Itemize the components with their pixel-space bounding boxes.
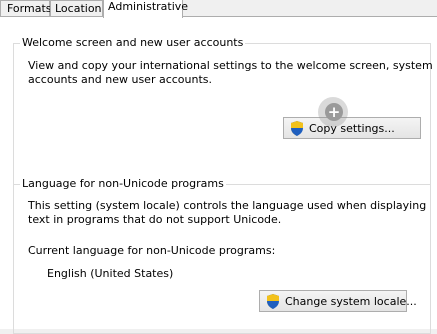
uac-shield-icon bbox=[290, 120, 304, 136]
administrative-page: Welcome screen and new user accounts Vie… bbox=[0, 16, 437, 334]
welcome-description-line1: View and copy your international setting… bbox=[28, 59, 433, 72]
current-language-label: Current language for non-Unicode program… bbox=[28, 244, 276, 257]
copy-settings-button[interactable]: Copy settings... bbox=[283, 117, 421, 139]
tab-administrative[interactable]: Administrative bbox=[103, 0, 188, 18]
tab-strip: Formats Location Administrative bbox=[0, 0, 437, 18]
uac-shield-icon bbox=[266, 293, 280, 309]
welcome-description-line2: accounts and new user accounts. bbox=[28, 73, 213, 86]
copy-settings-label: Copy settings... bbox=[309, 121, 395, 135]
nonunicode-group-title: Language for non-Unicode programs bbox=[20, 177, 226, 191]
nonunicode-description-line1: This setting (system locale) controls th… bbox=[28, 199, 427, 212]
change-system-locale-button[interactable]: Change system locale... bbox=[259, 290, 417, 312]
nonunicode-description-line2: text in programs that do not support Uni… bbox=[28, 213, 282, 226]
change-system-locale-label: Change system locale... bbox=[285, 294, 417, 308]
tab-formats[interactable]: Formats bbox=[0, 0, 52, 16]
tab-location[interactable]: Location bbox=[50, 0, 103, 16]
current-language-value: English (United States) bbox=[47, 267, 174, 280]
welcome-group-title: Welcome screen and new user accounts bbox=[20, 36, 246, 50]
plus-cursor-icon: + bbox=[325, 103, 343, 121]
